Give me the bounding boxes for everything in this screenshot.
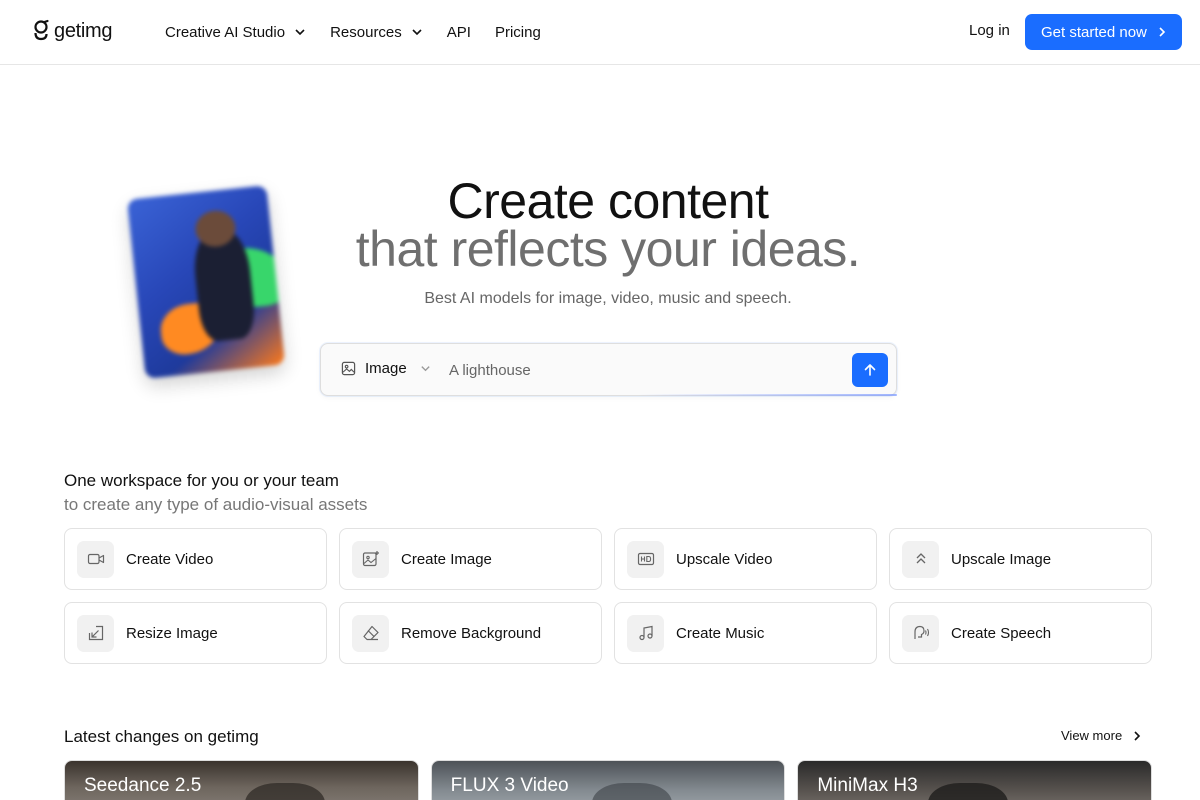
- nav-item-label: API: [446, 23, 471, 41]
- chevron-down-icon: [421, 366, 430, 372]
- image-sparkle-icon: [352, 540, 389, 578]
- tool-label: Remove Background: [401, 624, 542, 642]
- content-type-label: Image: [365, 360, 407, 377]
- tool-create-music[interactable]: Create Music: [614, 602, 877, 664]
- tools-grid: Create Video Create Image Upscale Video …: [64, 528, 1152, 664]
- tool-remove-background[interactable]: Remove Background: [339, 602, 602, 664]
- tool-create-image[interactable]: Create Image: [339, 528, 602, 590]
- nav-item-resources[interactable]: Resources: [330, 24, 423, 41]
- tool-label: Upscale Video: [676, 550, 773, 568]
- tool-create-video[interactable]: Create Video: [64, 528, 327, 590]
- submit-prompt-button[interactable]: [852, 353, 888, 387]
- card-title: Seedance 2.5: [84, 775, 202, 796]
- tool-label: Create Image: [401, 550, 492, 568]
- tool-upscale-image[interactable]: Upscale Image: [889, 528, 1152, 590]
- eraser-icon: [352, 614, 389, 652]
- nav-item-label: Creative AI Studio: [165, 23, 286, 41]
- latest-card-minimax[interactable]: MiniMax H3: [797, 760, 1153, 800]
- nav-item-label: Resources: [330, 23, 402, 41]
- chevrons-up-icon: [902, 540, 939, 578]
- card-title: MiniMax H3: [817, 775, 918, 796]
- chevron-right-icon: [1134, 730, 1141, 741]
- hero-subtitle: Best AI models for image, video, music a…: [424, 290, 792, 307]
- nav-item-api[interactable]: API: [447, 24, 471, 41]
- view-more-label: View more: [1061, 728, 1123, 743]
- tool-label: Upscale Image: [951, 550, 1052, 568]
- tool-upscale-video[interactable]: Upscale Video: [614, 528, 877, 590]
- tool-label: Create Music: [676, 624, 765, 642]
- speech-icon: [902, 614, 939, 652]
- logo-mark-icon: [34, 19, 49, 41]
- main-nav: Creative AI Studio Resources API Pricing: [165, 0, 565, 64]
- nav-item-label: Pricing: [494, 23, 541, 41]
- tool-resize-image[interactable]: Resize Image: [64, 602, 327, 664]
- nav-item-pricing[interactable]: Pricing: [495, 24, 541, 41]
- chevron-down-icon: [295, 29, 305, 36]
- hero-title-line2: that reflects your ideas.: [355, 221, 861, 277]
- login-link[interactable]: Log in: [969, 22, 1010, 39]
- logo[interactable]: getimg: [32, 19, 113, 43]
- image-icon: [341, 361, 356, 376]
- get-started-button[interactable]: Get started now: [1025, 14, 1182, 50]
- hd-icon: [627, 540, 664, 578]
- resize-icon: [77, 614, 114, 652]
- tool-create-speech[interactable]: Create Speech: [889, 602, 1152, 664]
- tool-label: Create Speech: [951, 624, 1052, 642]
- view-more-link[interactable]: View more: [1061, 728, 1142, 743]
- tool-label: Create Video: [126, 550, 214, 568]
- card-title: FLUX 3 Video: [450, 775, 569, 796]
- arrow-up-icon: [864, 364, 876, 376]
- music-note-icon: [627, 614, 664, 652]
- workspace-subtitle: to create any type of audio-visual asset…: [64, 495, 368, 514]
- latest-card-flux[interactable]: FLUX 3 Video: [430, 760, 786, 800]
- latest-card-seedance[interactable]: Seedance 2.5: [64, 760, 419, 800]
- content-type-dropdown[interactable]: Image: [341, 360, 431, 377]
- tool-label: Resize Image: [126, 624, 218, 642]
- prompt-bar: Image: [320, 343, 897, 396]
- nav-item-creative-ai-studio[interactable]: Creative AI Studio: [165, 24, 306, 41]
- prompt-input[interactable]: [449, 358, 839, 382]
- chevron-down-icon: [412, 29, 422, 36]
- get-started-label: Get started now: [1041, 23, 1147, 41]
- site-header: getimg Creative AI Studio Resources API …: [0, 0, 1200, 65]
- latest-changes-title: Latest changes on getimg: [64, 727, 259, 746]
- logo-text: getimg: [54, 19, 113, 42]
- latest-cards: Seedance 2.5 FLUX 3 Video MiniMax H3: [64, 760, 1153, 800]
- chevron-right-icon: [1159, 27, 1166, 37]
- video-camera-icon: [77, 540, 114, 578]
- workspace-title: One workspace for you or your team: [64, 471, 339, 490]
